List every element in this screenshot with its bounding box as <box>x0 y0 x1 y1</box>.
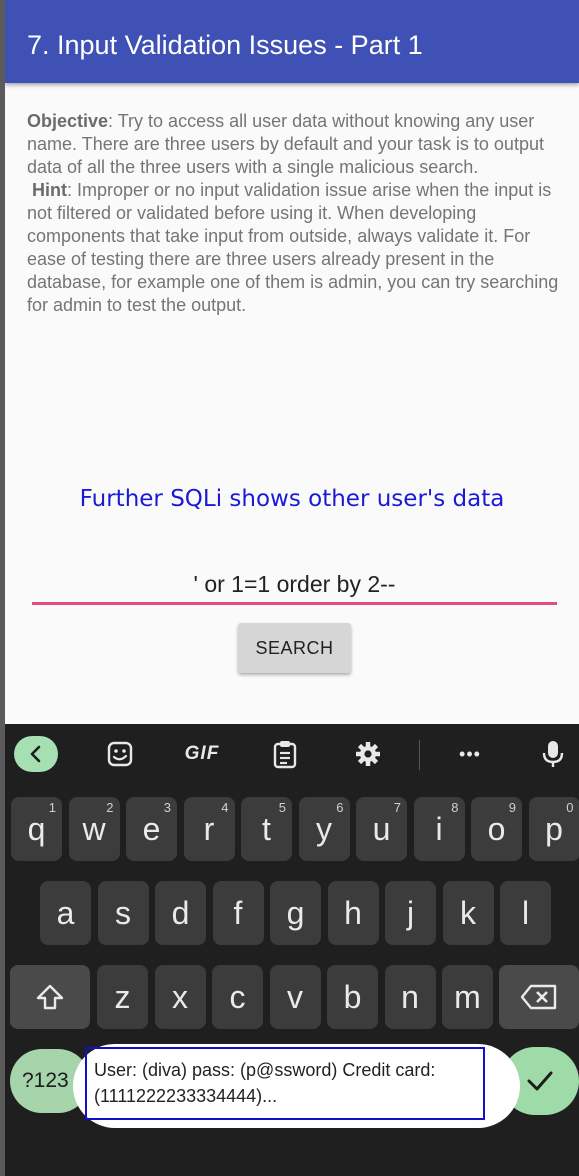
chevron-left-icon <box>30 745 41 763</box>
key-label: u <box>372 810 391 847</box>
key-a[interactable]: a <box>40 881 91 945</box>
shift-key[interactable] <box>10 965 90 1029</box>
key-label: v <box>287 978 303 1015</box>
key-c[interactable]: c <box>212 965 263 1029</box>
key-hint: 8 <box>451 800 459 815</box>
page-title: 7. Input Validation Issues - Part 1 <box>27 30 423 60</box>
key-p[interactable]: p0 <box>528 797 579 861</box>
key-label: k <box>460 894 476 931</box>
key-m[interactable]: m <box>442 965 493 1029</box>
app-bar: 7. Input Validation Issues - Part 1 <box>5 0 579 83</box>
key-label: h <box>344 894 362 931</box>
key-w[interactable]: w2 <box>68 797 120 861</box>
key-i[interactable]: i8 <box>413 797 465 861</box>
key-u[interactable]: u7 <box>356 797 407 861</box>
key-f[interactable]: f <box>212 881 264 945</box>
key-q[interactable]: q1 <box>11 797 62 861</box>
gif-button[interactable]: GIF <box>180 736 224 772</box>
key-label: d <box>171 894 190 931</box>
key-g[interactable]: g <box>270 881 321 945</box>
key-label: l <box>521 894 530 931</box>
key-label: b <box>343 978 362 1015</box>
key-v[interactable]: v <box>269 965 321 1029</box>
checkmark-icon <box>527 1071 553 1091</box>
autofill-suggestion-text[interactable]: User: (diva) pass: (p@ssword) Credit car… <box>85 1047 485 1120</box>
clipboard-button[interactable] <box>267 736 303 772</box>
key-k[interactable]: k <box>442 881 494 945</box>
clipboard-icon <box>273 741 297 769</box>
more-button[interactable]: ••• <box>450 736 490 772</box>
search-input[interactable] <box>32 566 557 605</box>
key-label: c <box>229 978 246 1015</box>
key-label: r <box>203 810 215 847</box>
search-field-container <box>32 566 557 606</box>
sticker-icon <box>107 741 133 767</box>
key-label: f <box>233 894 243 931</box>
key-label: a <box>56 894 75 931</box>
key-n[interactable]: n <box>384 965 436 1029</box>
soft-keyboard: GIF ••• q1w2e3r4t5y6u7i8o9p0 asdfg h j k… <box>5 724 579 1176</box>
settings-button[interactable] <box>350 736 386 772</box>
hint-label: Hint <box>32 180 68 200</box>
keyboard-back-button[interactable] <box>14 736 58 772</box>
toolbar-divider <box>419 740 420 770</box>
shift-icon <box>36 984 64 1010</box>
key-label: i <box>435 810 443 847</box>
key-j[interactable]: j <box>385 881 436 945</box>
key-d[interactable]: d <box>155 881 206 945</box>
suggestion-line-2: (1111222233334444)... <box>94 1086 278 1106</box>
key-label: m <box>454 978 481 1015</box>
instructions-text: Objective: Try to access all user data w… <box>27 110 567 317</box>
app-screen: 7. Input Validation Issues - Part 1 Obje… <box>5 0 579 724</box>
key-s[interactable]: s <box>97 881 149 945</box>
key-hint: 7 <box>393 800 401 815</box>
suggestion-line-1: User: (diva) pass: (p@ssword) Credit car… <box>94 1060 436 1080</box>
microphone-icon <box>542 741 564 767</box>
objective-label: Objective <box>27 111 109 131</box>
backspace-icon <box>520 984 557 1010</box>
key-label: w <box>82 810 106 847</box>
key-h[interactable]: h <box>327 881 379 945</box>
key-y[interactable]: y6 <box>298 797 350 861</box>
key-label: q <box>27 810 46 847</box>
key-label: z <box>114 978 131 1015</box>
key-hint: 6 <box>336 800 344 815</box>
key-z[interactable]: z <box>97 965 148 1029</box>
key-b[interactable]: b <box>327 965 378 1029</box>
key-hint: 2 <box>106 800 114 815</box>
key-l[interactable]: l <box>500 881 551 945</box>
key-label: t <box>262 810 271 847</box>
hint-text: : Improper or no input validation issue … <box>27 180 559 315</box>
key-label: y <box>316 810 332 847</box>
key-e[interactable]: e3 <box>126 797 177 861</box>
key-hint: 0 <box>566 800 574 815</box>
backspace-key[interactable] <box>499 965 579 1029</box>
search-button[interactable]: SEARCH <box>238 623 351 673</box>
key-r[interactable]: r4 <box>183 797 235 861</box>
key-label: g <box>286 894 305 931</box>
key-hint: 1 <box>48 800 56 815</box>
key-hint: 9 <box>508 800 516 815</box>
key-x[interactable]: x <box>154 965 206 1029</box>
key-t[interactable]: t5 <box>241 797 292 861</box>
key-label: p <box>545 810 563 847</box>
key-label: e <box>142 810 161 847</box>
voice-input-button[interactable] <box>535 736 571 772</box>
key-hint: 3 <box>163 800 171 815</box>
key-label: o <box>487 810 506 847</box>
key-label: x <box>172 978 188 1015</box>
gear-icon <box>356 742 380 766</box>
key-hint: 5 <box>278 800 286 815</box>
key-label: j <box>406 894 415 931</box>
result-message: Further SQLi shows other user's data <box>79 486 505 512</box>
key-o[interactable]: o9 <box>471 797 522 861</box>
key-label: n <box>401 978 419 1015</box>
key-label: s <box>115 894 131 931</box>
sticker-button[interactable] <box>100 736 140 772</box>
key-hint: 4 <box>221 800 229 815</box>
